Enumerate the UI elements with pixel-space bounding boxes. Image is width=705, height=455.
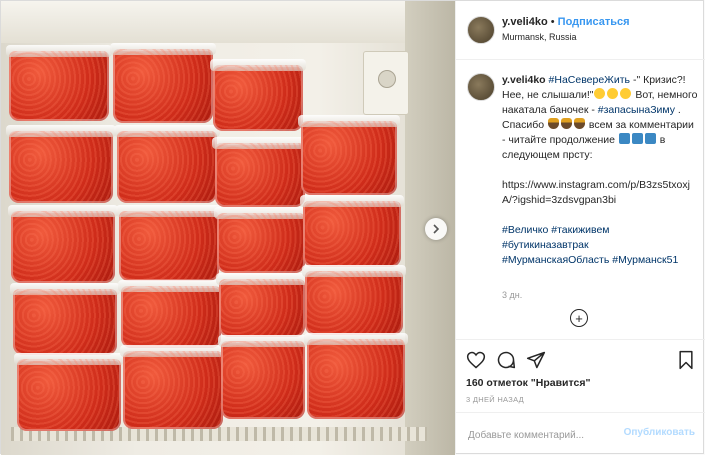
like-button[interactable] bbox=[464, 348, 488, 372]
caviar-jar bbox=[298, 115, 400, 195]
caviar-jar bbox=[110, 43, 216, 123]
caviar-jar bbox=[300, 195, 404, 267]
caviar-jar bbox=[304, 333, 408, 419]
hashtag-link[interactable]: #такиживем bbox=[551, 224, 609, 236]
follow-button[interactable]: Подписаться bbox=[558, 16, 630, 28]
separator-dot: • bbox=[550, 16, 555, 28]
comment-input[interactable] bbox=[466, 425, 620, 445]
thermostat-knob bbox=[378, 70, 396, 88]
header-username[interactable]: y.veli4ko bbox=[502, 16, 548, 28]
grin-emoji-icon bbox=[620, 88, 632, 99]
hashtag-link[interactable]: #НаСевереЖить bbox=[549, 74, 631, 86]
heart-icon bbox=[466, 351, 486, 369]
publish-button[interactable]: Опубликовать bbox=[624, 427, 695, 438]
info-emoji-icon bbox=[618, 133, 630, 144]
post-timestamp: 3 ДНЕЙ НАЗАД bbox=[466, 395, 525, 404]
hashtag-link[interactable]: #Величко bbox=[502, 224, 548, 236]
comment-box: Опубликовать bbox=[456, 412, 705, 455]
instagram-post: y.veli4ko • Подписаться Murmansk, Russia… bbox=[0, 0, 705, 455]
caviar-jar bbox=[120, 345, 226, 429]
caption-time: 3 дн. bbox=[502, 290, 523, 300]
caption-username[interactable]: y.veli4ko bbox=[502, 74, 546, 86]
fridge-thermostat bbox=[363, 51, 409, 115]
caviar-jar bbox=[14, 353, 124, 431]
caviar-jar bbox=[210, 59, 306, 131]
bowing-person-emoji-icon bbox=[561, 118, 572, 129]
caviar-jar bbox=[218, 335, 308, 419]
caption-link[interactable]: https://www.instagram.com/p/B3zs5txoxjA/… bbox=[502, 179, 690, 206]
post-header: y.veli4ko • Подписаться Murmansk, Russia bbox=[456, 1, 705, 60]
info-emoji-icon bbox=[644, 133, 656, 144]
caviar-jar bbox=[114, 125, 220, 203]
hashtag-link[interactable]: #запасынаЗиму bbox=[598, 104, 675, 116]
post-photo[interactable] bbox=[1, 1, 455, 455]
caption-segment: . bbox=[675, 104, 681, 116]
caviar-jar bbox=[6, 45, 112, 121]
location-link[interactable]: Murmansk, Russia bbox=[502, 32, 577, 42]
caption-text: y.veli4ko #НаСевереЖить -" Кризис?! Нее,… bbox=[502, 73, 698, 268]
comment-button[interactable] bbox=[494, 348, 518, 372]
next-photo-button[interactable] bbox=[425, 218, 447, 240]
bookmark-icon bbox=[679, 350, 693, 370]
save-button[interactable] bbox=[674, 348, 698, 372]
caption-segment: Спасибо bbox=[502, 119, 545, 131]
like-count[interactable]: 160 отметок "Нравится" bbox=[466, 377, 590, 389]
share-button[interactable] bbox=[524, 348, 548, 372]
hashtag-link[interactable]: #бутикиназавтрак bbox=[502, 239, 589, 251]
caviar-jar bbox=[216, 273, 308, 337]
caption-avatar[interactable] bbox=[467, 73, 495, 101]
caviar-jar bbox=[8, 205, 118, 283]
chevron-right-icon bbox=[433, 224, 440, 234]
caviar-jar bbox=[6, 125, 116, 203]
caviar-jar bbox=[302, 265, 406, 335]
caviar-jar bbox=[212, 137, 308, 207]
grin-emoji-icon bbox=[607, 88, 619, 99]
caviar-jar bbox=[116, 205, 222, 281]
bowing-person-emoji-icon bbox=[548, 118, 559, 129]
caviar-jar bbox=[118, 280, 224, 348]
fridge-top bbox=[1, 1, 455, 43]
grin-emoji-icon bbox=[594, 88, 606, 99]
info-emoji-icon bbox=[631, 133, 643, 144]
hashtag-link[interactable]: #МурманскаяОбласть bbox=[502, 254, 609, 266]
avatar[interactable] bbox=[467, 16, 495, 44]
header-user-line: y.veli4ko • Подписаться bbox=[502, 16, 630, 28]
post-sidebar: y.veli4ko • Подписаться Murmansk, Russia… bbox=[455, 1, 705, 454]
share-icon bbox=[526, 351, 546, 369]
action-bar bbox=[456, 339, 705, 380]
bowing-person-emoji-icon bbox=[574, 118, 585, 129]
hashtag-link[interactable]: #Мурманск51 bbox=[612, 254, 678, 266]
load-more-comments-button[interactable]: + bbox=[570, 309, 588, 327]
caviar-jar bbox=[10, 283, 120, 355]
comment-icon bbox=[497, 351, 516, 369]
caviar-jar bbox=[214, 207, 308, 273]
plus-circle-icon: + bbox=[575, 310, 583, 326]
